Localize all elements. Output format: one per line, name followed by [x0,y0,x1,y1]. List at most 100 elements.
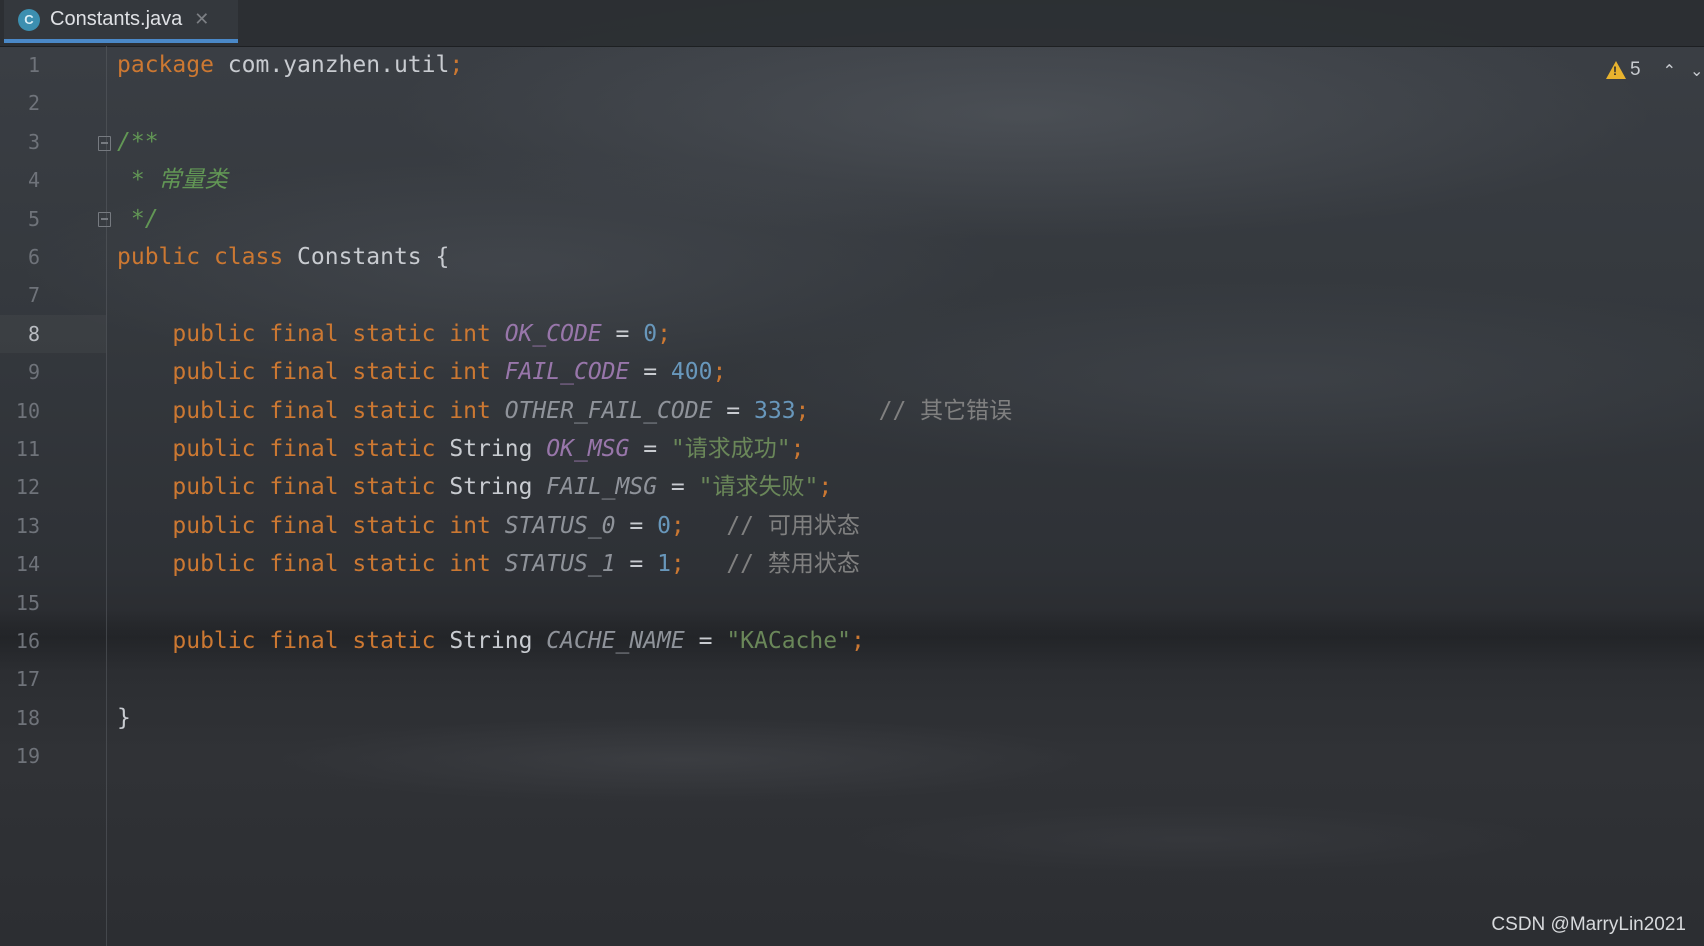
chevron-up-icon[interactable]: ⌃ [1663,61,1676,80]
line-number-gutter[interactable]: 1 2 3 4 5 6 7 8 9 10 11 12 13 14 15 16 1… [0,46,111,946]
constant-name: CACHE_NAME [532,628,685,654]
close-icon[interactable]: ✕ [194,9,209,30]
number-literal: 1 [657,551,671,578]
modifiers: public final static int [117,320,505,347]
modifiers: public final static int [117,359,505,386]
line-number: 7 [27,283,40,308]
inspection-widget[interactable]: 5 ⌃ ⌄ [1606,56,1704,84]
semicolon: ; [670,512,685,539]
code-line-18: } [117,699,131,737]
string-literal: "请求失败" [698,474,819,501]
tab-constants-java[interactable]: C Constants.java ✕ [4,0,238,43]
code-line-8: public final static int OK_CODE = 0; [117,315,671,353]
operator: = [615,512,658,539]
code-line-14: public final static int STATUS_1 = 1; //… [117,545,860,583]
chevron-down-icon[interactable]: ⌄ [1690,61,1703,80]
line-number: 13 [15,513,40,538]
line-number: 1 [27,53,40,77]
modifiers: public final static [117,474,450,501]
line-number: 16 [15,629,40,653]
line-number: 4 [27,168,40,193]
line-number: 10 [15,398,40,423]
line-number: 15 [15,590,40,615]
code-line-12: public final static String FAIL_MSG = "请… [117,468,832,506]
code-line-11: public final static String OK_MSG = "请求成… [117,430,804,468]
constant-name: STATUS_0 [504,512,616,539]
constant-name: OTHER_FAIL_CODE [504,397,713,424]
number-literal: 0 [657,512,671,539]
java-class-icon: C [18,8,40,31]
constant-name: OK_CODE [504,320,602,347]
line-number: 2 [27,91,40,116]
keyword: public [117,244,201,270]
editor-window: C Constants.java ✕ 1 2 3 4 5 6 7 8 9 10 … [0,0,1704,946]
keyword: class [200,244,284,270]
editor-tab-bar: C Constants.java ✕ [0,0,1704,47]
warning-icon [1606,61,1626,79]
semicolon: ; [657,320,671,347]
semicolon: ; [818,474,833,501]
tab-label: Constants.java [50,8,183,30]
modifiers: public final static int [117,551,505,578]
line-number: 3 [27,129,40,154]
operator: = [684,628,727,654]
type-name: String [449,436,533,462]
fold-collapse-icon[interactable] [98,136,111,151]
constant-name: FAIL_CODE [504,359,630,386]
line-number: 12 [15,475,40,500]
code-line-5: */ [117,200,159,238]
code-line-13: public final static int STATUS_0 = 0; //… [117,507,860,545]
line-number: 14 [15,552,40,577]
number-literal: 0 [643,320,658,347]
constant-name: STATUS_1 [504,551,616,578]
modifiers: public final static int [117,397,505,424]
semicolon: ; [790,436,805,462]
operator: = [615,551,658,578]
fold-end-icon[interactable] [98,212,111,227]
line-number-active: 8 [27,321,40,346]
code-line-6: public class Constants { [117,238,449,276]
code-line-1: package com.yanzhen.util; [117,46,463,84]
line-comment: // 禁用状态 [684,551,860,578]
operator: = [601,320,644,347]
constant-name: OK_MSG [532,436,630,462]
semicolon: ; [795,397,810,424]
type-name: String [449,474,533,501]
number-literal: 400 [670,359,713,386]
modifiers: public final static int [117,512,505,539]
line-comment: // 可用状态 [684,512,860,539]
closing-brace: } [117,704,131,731]
semicolon: ; [712,359,727,386]
line-number: 11 [15,437,40,461]
code-line-4: * 常量类 [117,161,228,199]
operator: = [712,397,754,424]
line-number: 5 [27,206,40,231]
semicolon: ; [670,551,685,578]
code-line-10: public final static int OTHER_FAIL_CODE … [117,392,1012,430]
code-line-16: public final static String CACHE_NAME = … [117,622,865,660]
operator: = [657,474,699,501]
string-literal: "KACache" [726,628,851,654]
line-number: 18 [15,705,40,730]
operator: = [629,359,671,386]
warning-count: 5 [1630,59,1641,80]
code-line-9: public final static int FAIL_CODE = 400; [117,353,726,391]
line-comment: // 其它错误 [809,397,1013,424]
code-line-3: /** [117,123,159,161]
modifiers: public final static [117,436,450,462]
semicolon: ; [850,628,865,654]
operator: = [629,436,671,462]
line-number: 17 [15,667,40,692]
type-name: String [449,628,533,654]
watermark: CSDN @MarryLin2021 [1491,914,1686,935]
constant-name: FAIL_MSG [532,474,658,501]
line-number: 19 [15,744,40,769]
string-literal: "请求成功" [670,436,791,462]
number-literal: 333 [754,397,796,424]
package-name: com.yanzhen.util [213,52,450,78]
keyword: package [117,52,214,78]
line-number: 6 [27,245,40,269]
code-editor[interactable]: package com.yanzhen.util; /** * 常量类 */ p… [117,46,1704,946]
javadoc-text: * 常量类 [117,167,228,194]
javadoc-open: /** [117,128,159,155]
